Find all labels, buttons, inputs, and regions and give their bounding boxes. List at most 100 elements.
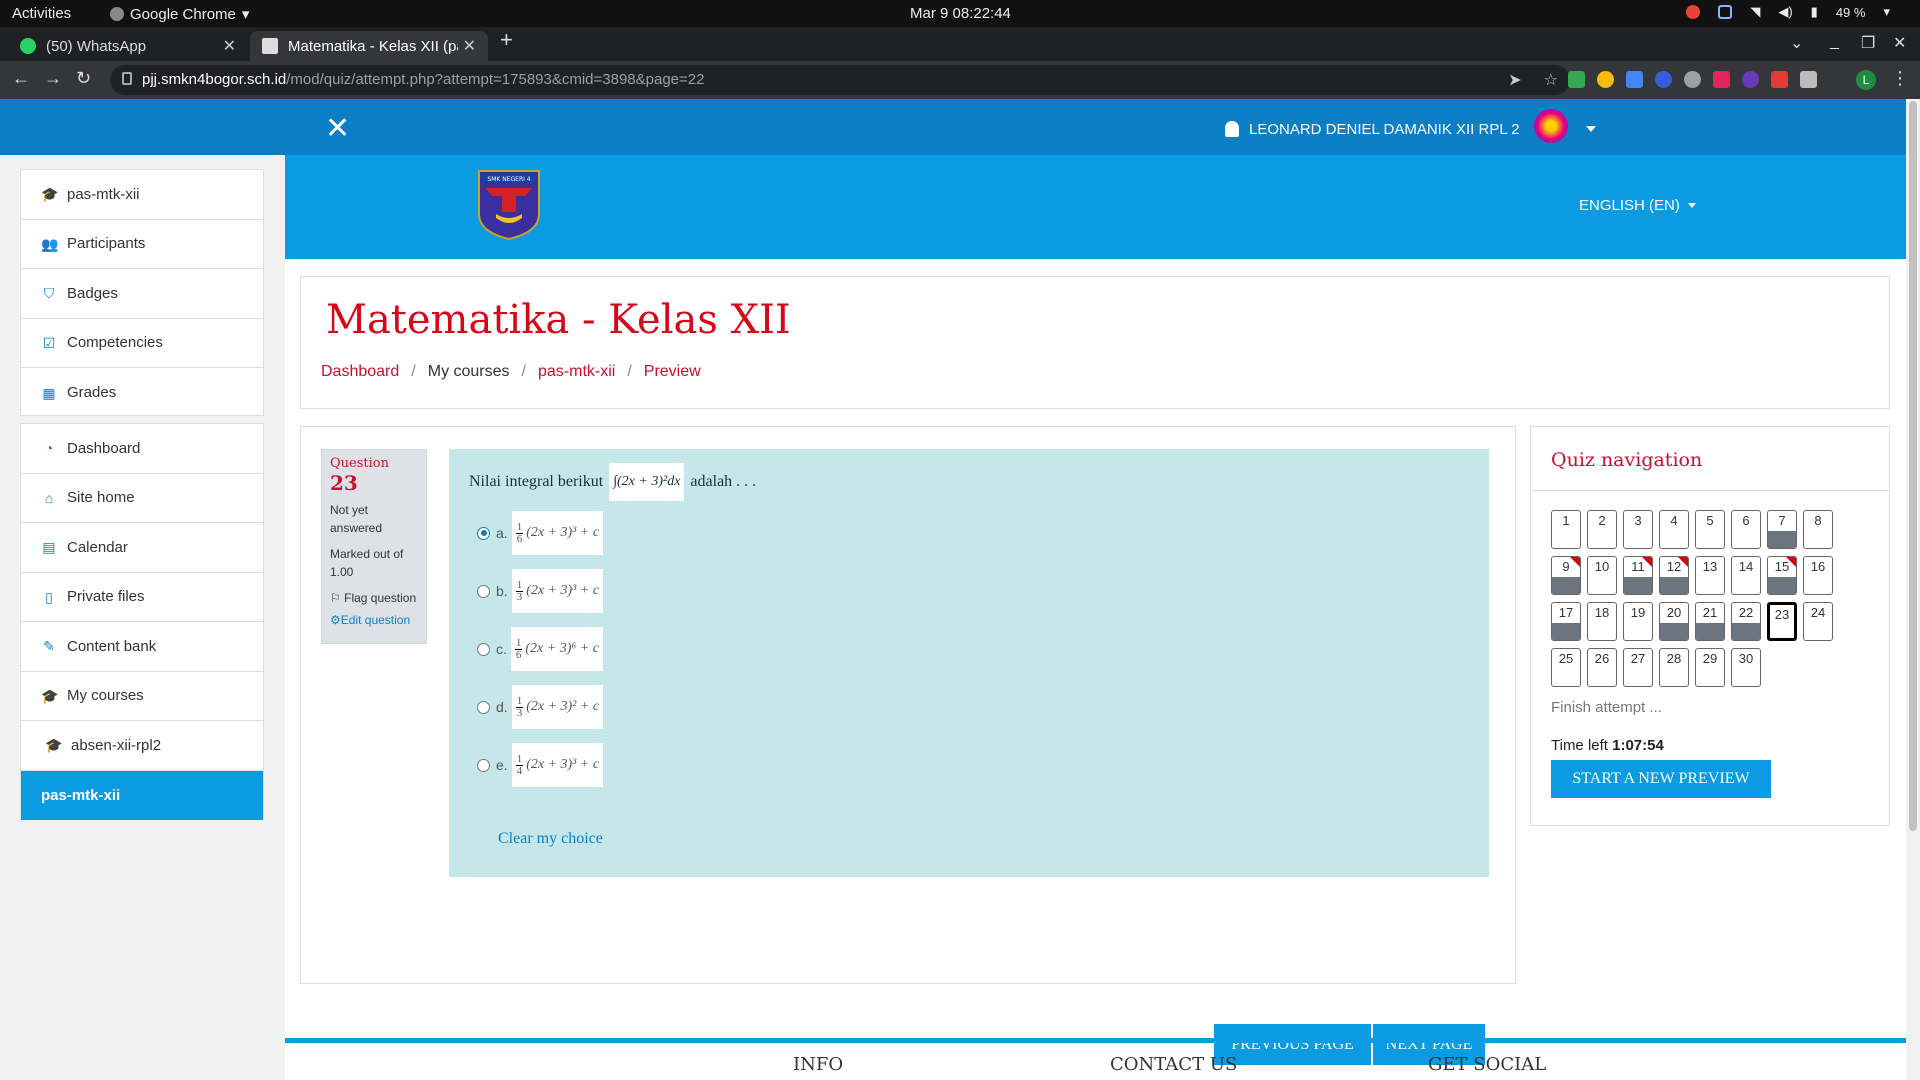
quiz-nav-question-button[interactable]: 29 bbox=[1695, 648, 1725, 687]
quiz-nav-question-button[interactable]: 26 bbox=[1587, 648, 1617, 687]
close-window-icon[interactable]: ✕ bbox=[1893, 33, 1906, 53]
edit-question-link[interactable]: ⚙Edit question bbox=[330, 613, 418, 627]
quiz-nav-question-button[interactable]: 17 bbox=[1551, 602, 1581, 641]
quiz-nav-question-button[interactable]: 27 bbox=[1623, 648, 1653, 687]
sidebar-item-grades[interactable]: ▦ Grades bbox=[21, 368, 263, 418]
quiz-nav-question-button[interactable]: 3 bbox=[1623, 510, 1653, 549]
quiz-nav-question-button[interactable]: 11 bbox=[1623, 556, 1653, 595]
extension-icon[interactable] bbox=[1742, 71, 1759, 88]
sidebar-item-course[interactable]: 🎓 pas-mtk-xii bbox=[21, 170, 263, 220]
quiz-nav-question-button[interactable]: 14 bbox=[1731, 556, 1761, 595]
sidebar-item-participants[interactable]: 👥 Participants bbox=[21, 220, 263, 269]
profile-avatar[interactable]: L bbox=[1856, 70, 1876, 90]
system-tray[interactable]: ◥ ◀) ▮ 49 % ▾ bbox=[1686, 4, 1890, 20]
radio-c[interactable] bbox=[477, 642, 490, 656]
answer-option-d[interactable]: d. 13 (2x + 3)² + c bbox=[477, 685, 604, 729]
quiz-nav-question-button[interactable]: 16 bbox=[1803, 556, 1833, 595]
extension-icon[interactable] bbox=[1713, 71, 1730, 88]
app-menu[interactable]: Google Chrome ▾ bbox=[110, 5, 249, 23]
activities-button[interactable]: Activities bbox=[12, 5, 71, 22]
sidebar-item-badges[interactable]: ⛉ Badges bbox=[21, 269, 263, 319]
quiz-nav-question-button[interactable]: 30 bbox=[1731, 648, 1761, 687]
breadcrumb-preview[interactable]: Preview bbox=[644, 363, 701, 381]
quiz-nav-question-button[interactable]: 7 bbox=[1767, 510, 1797, 549]
extension-icon[interactable] bbox=[1597, 71, 1614, 88]
radio-e[interactable] bbox=[477, 758, 490, 772]
quiz-nav-question-button[interactable]: 22 bbox=[1731, 602, 1761, 641]
finish-attempt-link[interactable]: Finish attempt ... bbox=[1551, 699, 1662, 716]
answer-option-b[interactable]: b. 13 (2x + 3)³ + c bbox=[477, 569, 604, 613]
sidebar-item-competencies[interactable]: ☑ Competencies bbox=[21, 319, 263, 368]
quiz-nav-question-button[interactable]: 2 bbox=[1587, 510, 1617, 549]
extension-icon[interactable] bbox=[1568, 71, 1585, 88]
footer-divider bbox=[285, 1038, 1906, 1043]
star-icon[interactable]: ☆ bbox=[1544, 70, 1558, 90]
answer-option-c[interactable]: c. 16 (2x + 3)⁶ + c bbox=[477, 627, 603, 671]
new-tab-button[interactable]: + bbox=[500, 27, 513, 53]
back-icon[interactable]: ← bbox=[12, 68, 30, 89]
globe-icon[interactable] bbox=[1684, 71, 1701, 88]
quiz-nav-question-button[interactable]: 5 bbox=[1695, 510, 1725, 549]
tab-whatsapp[interactable]: (50) WhatsApp ✕ bbox=[8, 31, 248, 61]
quiz-nav-question-button[interactable]: 24 bbox=[1803, 602, 1833, 641]
sidebar-item-calendar[interactable]: ▤ Calendar bbox=[21, 523, 263, 573]
clear-choice-link[interactable]: Clear my choice bbox=[498, 830, 603, 848]
puzzle-icon[interactable] bbox=[1800, 71, 1817, 88]
quiz-nav-question-button[interactable]: 19 bbox=[1623, 602, 1653, 641]
user-menu[interactable]: LEONARD DENIEL DAMANIK XII RPL 2 bbox=[1225, 109, 1596, 143]
clock[interactable]: Mar 9 08:22:44 bbox=[910, 5, 1011, 22]
answer-option-e[interactable]: e. 14 (2x + 3)³ + c bbox=[477, 743, 604, 787]
radio-d[interactable] bbox=[477, 700, 490, 714]
scrollbar-thumb[interactable] bbox=[1909, 101, 1917, 831]
sidebar-item-content-bank[interactable]: ✎ Content bank bbox=[21, 622, 263, 672]
quiz-nav-question-button[interactable]: 28 bbox=[1659, 648, 1689, 687]
quiz-nav-question-button[interactable]: 8 bbox=[1803, 510, 1833, 549]
radio-b[interactable] bbox=[477, 584, 490, 598]
quiz-nav-question-button[interactable]: 6 bbox=[1731, 510, 1761, 549]
close-icon[interactable]: ✕ bbox=[223, 36, 236, 56]
tab-moodle[interactable]: Matematika - Kelas XII (pa ✕ bbox=[250, 31, 488, 61]
address-bar[interactable]: pjj.smkn4bogor.sch.id/mod/quiz/attempt.p… bbox=[110, 65, 1570, 95]
sidebar-item-dashboard[interactable]: ◔ Dashboard bbox=[21, 424, 263, 474]
quiz-nav-question-button[interactable]: 4 bbox=[1659, 510, 1689, 549]
reload-icon[interactable]: ↻ bbox=[76, 68, 91, 89]
quiz-nav-question-button[interactable]: 25 bbox=[1551, 648, 1581, 687]
quiz-nav-question-button[interactable]: 23 bbox=[1767, 602, 1797, 641]
extension-icon[interactable] bbox=[1771, 71, 1788, 88]
quiz-nav-question-button[interactable]: 18 bbox=[1587, 602, 1617, 641]
quiz-nav-question-button[interactable]: 13 bbox=[1695, 556, 1725, 595]
previous-page-button[interactable]: PREVIOUS PAGE bbox=[1214, 1024, 1371, 1065]
breadcrumb-course[interactable]: pas-mtk-xii bbox=[538, 363, 615, 381]
quiz-nav-question-button[interactable]: 21 bbox=[1695, 602, 1725, 641]
close-drawer-icon[interactable]: ✕ bbox=[325, 111, 350, 146]
page-scrollbar[interactable] bbox=[1906, 99, 1920, 1080]
minimize-icon[interactable]: _ bbox=[1830, 33, 1839, 51]
bell-icon[interactable] bbox=[1225, 121, 1239, 137]
kebab-menu-icon[interactable]: ⋮ bbox=[1891, 68, 1909, 89]
sidebar-item-absen[interactable]: 🎓 absen-xii-rpl2 bbox=[21, 721, 263, 771]
quiz-nav-question-button[interactable]: 10 bbox=[1587, 556, 1617, 595]
quiz-nav-question-button[interactable]: 15 bbox=[1767, 556, 1797, 595]
extension-icon[interactable] bbox=[1655, 71, 1672, 88]
sidebar-item-my-courses[interactable]: 🎓 My courses bbox=[21, 672, 263, 721]
tab-search-icon[interactable]: ⌄ bbox=[1790, 33, 1803, 53]
start-new-preview-button[interactable]: START A NEW PREVIEW bbox=[1551, 760, 1771, 798]
language-menu[interactable]: ENGLISH (EN) bbox=[1579, 197, 1696, 214]
sidebar-item-current-course[interactable]: pas-mtk-xii bbox=[21, 770, 263, 820]
quiz-nav-question-button[interactable]: 1 bbox=[1551, 510, 1581, 549]
quiz-nav-question-button[interactable]: 12 bbox=[1659, 556, 1689, 595]
sidebar-item-site-home[interactable]: ⌂ Site home bbox=[21, 474, 263, 523]
sidebar-item-label: My courses bbox=[67, 687, 144, 705]
close-icon[interactable]: ✕ bbox=[463, 36, 476, 56]
send-icon[interactable]: ➤ bbox=[1508, 70, 1521, 90]
flag-question-button[interactable]: ⚐ Flag question bbox=[330, 589, 418, 607]
breadcrumb-dashboard[interactable]: Dashboard bbox=[321, 363, 399, 381]
sidebar-item-private-files[interactable]: ▯ Private files bbox=[21, 573, 263, 622]
radio-a[interactable] bbox=[477, 526, 490, 540]
restore-icon[interactable]: ❐ bbox=[1861, 33, 1875, 53]
extension-icon[interactable] bbox=[1626, 71, 1643, 88]
forward-icon[interactable]: → bbox=[44, 68, 62, 89]
quiz-nav-question-button[interactable]: 9 bbox=[1551, 556, 1581, 595]
quiz-nav-question-button[interactable]: 20 bbox=[1659, 602, 1689, 641]
answer-option-a[interactable]: a. 16 (2x + 3)³ + c bbox=[477, 511, 604, 555]
